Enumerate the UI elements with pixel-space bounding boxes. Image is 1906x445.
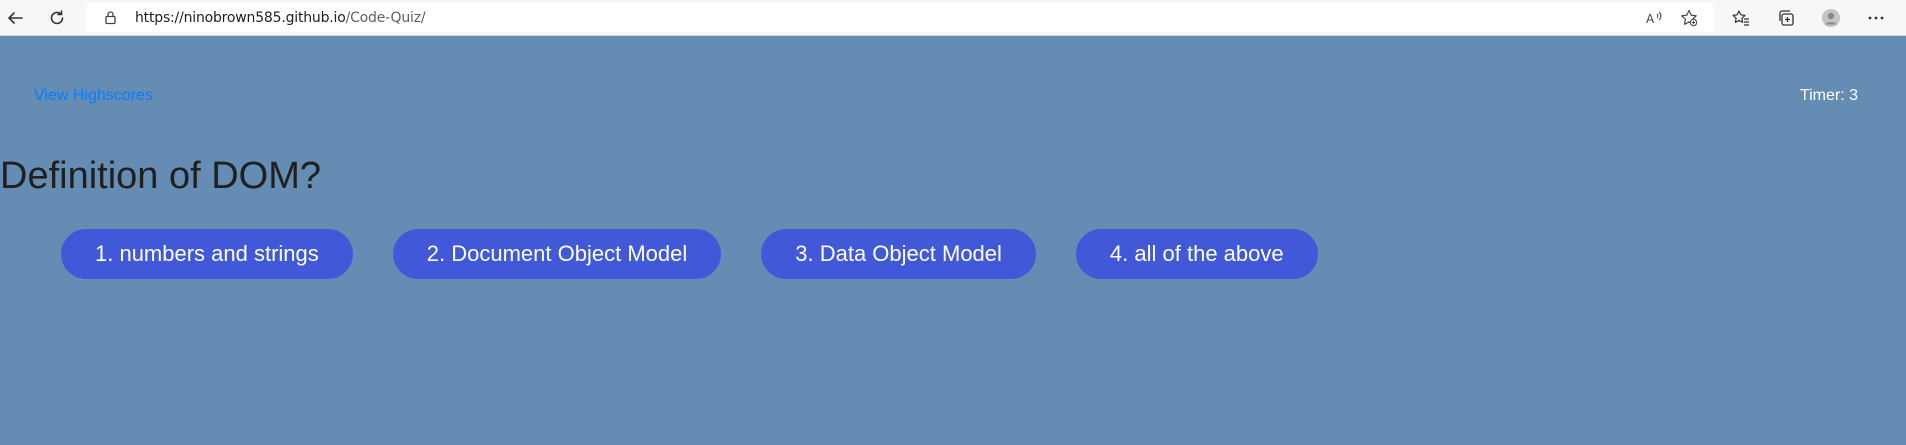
collections-icon: [1779, 10, 1794, 26]
more-dots-icon: [1868, 16, 1884, 20]
quiz-page: View Highscores Timer: 3 Definition of D…: [0, 37, 1906, 445]
read-aloud-icon[interactable]: A: [1645, 9, 1663, 27]
url-host: https://ninobrown585.github.io: [135, 10, 346, 26]
back-button[interactable]: [1, 4, 29, 32]
browser-toolbar: https://ninobrown585.github.io/Code-Quiz…: [0, 0, 1906, 36]
view-highscores-link[interactable]: View Highscores: [34, 87, 153, 105]
svg-text:A: A: [1646, 12, 1655, 26]
timer-display: Timer: 3: [1799, 87, 1858, 104]
add-favorite-icon[interactable]: [1680, 9, 1698, 27]
question-title: Definition of DOM?: [0, 155, 322, 197]
answer-button-4[interactable]: 4. all of the above: [1075, 229, 1318, 279]
answer-choices: 1. numbers and strings 2. Document Objec…: [61, 229, 1318, 279]
answer-button-2[interactable]: 2. Document Object Model: [392, 229, 722, 279]
reload-icon: [50, 10, 64, 25]
profile-button[interactable]: [1817, 4, 1845, 32]
collections-button[interactable]: [1772, 4, 1800, 32]
url-path: /Code-Quiz/: [345, 10, 426, 26]
answer-button-3[interactable]: 3. Data Object Model: [761, 229, 1036, 279]
avatar-icon: [1822, 9, 1840, 27]
url-text: https://ninobrown585.github.io/Code-Quiz…: [135, 10, 426, 26]
lock-icon: [105, 11, 116, 25]
settings-more-button[interactable]: [1862, 4, 1890, 32]
reload-button[interactable]: [43, 4, 71, 32]
favorites-icon: [1732, 10, 1749, 26]
answer-button-1[interactable]: 1. numbers and strings: [61, 229, 353, 279]
address-bar[interactable]: https://ninobrown585.github.io/Code-Quiz…: [86, 3, 1714, 32]
back-arrow-icon: [7, 12, 23, 24]
favorites-button[interactable]: [1727, 4, 1755, 32]
